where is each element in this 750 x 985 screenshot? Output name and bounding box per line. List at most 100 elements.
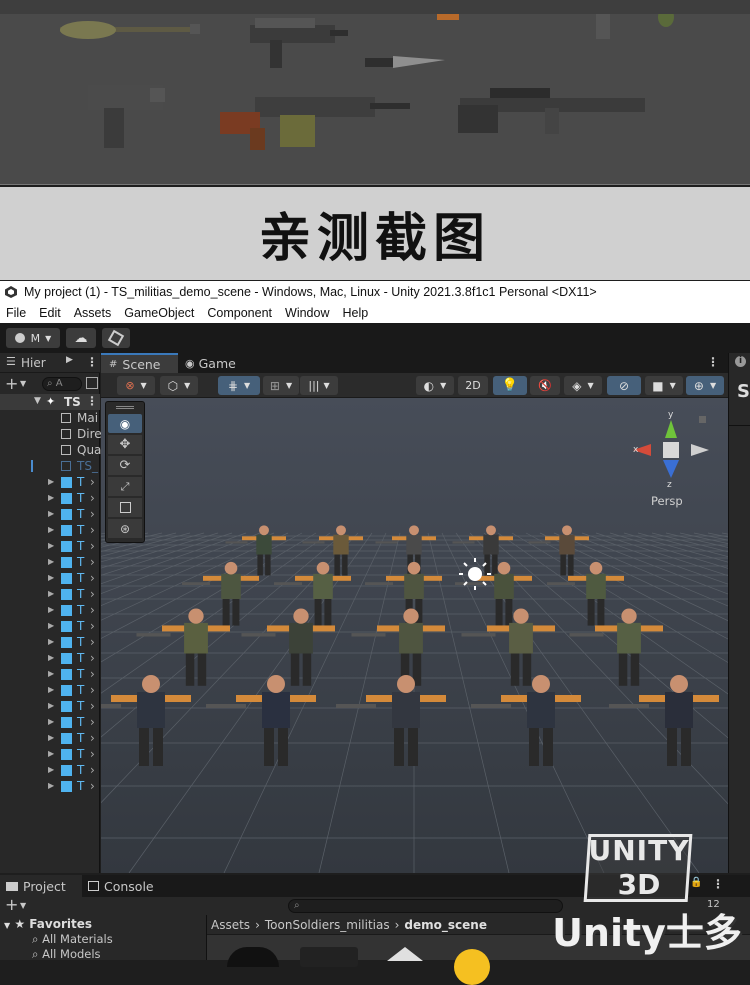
chevron-right-icon[interactable]: › <box>90 539 95 553</box>
hidden-objects-toggle[interactable]: ⊘ <box>607 376 641 395</box>
chevron-right-icon[interactable]: › <box>90 667 95 681</box>
rect-tool-button[interactable] <box>108 498 142 517</box>
list-item[interactable]: ▶ T › <box>0 586 100 602</box>
asset-thumbnail[interactable] <box>454 949 490 985</box>
chevron-right-icon[interactable]: › <box>90 619 95 633</box>
list-item[interactable]: ▶ T › <box>0 538 100 554</box>
more-icon[interactable]: ⋮ <box>86 394 98 408</box>
chevron-right-icon[interactable]: › <box>90 763 95 777</box>
expand-arrow-icon[interactable]: ▶ <box>48 557 54 566</box>
camera-settings-dropdown[interactable]: ■ ▼ <box>645 376 683 395</box>
list-item[interactable]: ▶ T › <box>0 570 100 586</box>
list-item[interactable]: ▶ T › <box>0 522 100 538</box>
tab-scene[interactable]: # Scene <box>101 353 178 373</box>
chevron-right-icon[interactable]: › <box>90 555 95 569</box>
list-item[interactable]: ▶ T › <box>0 490 100 506</box>
menu-edit[interactable]: Edit <box>39 306 61 320</box>
chevron-right-icon[interactable]: › <box>90 603 95 617</box>
scale-tool-button[interactable]: ⤢ <box>108 477 142 496</box>
chevron-right-icon[interactable]: › <box>90 523 95 537</box>
add-icon[interactable]: + <box>5 895 18 914</box>
list-item[interactable]: ▶ T › <box>0 506 100 522</box>
chevron-down-icon[interactable]: ▼ <box>20 901 26 910</box>
effects-dropdown[interactable]: ◈ ▼ <box>564 376 602 395</box>
list-item[interactable]: Qua <box>0 442 101 458</box>
expand-arrow-icon[interactable]: ▶ <box>48 573 54 582</box>
chevron-right-icon[interactable]: › <box>90 651 95 665</box>
expand-arrow-icon[interactable]: ▶ <box>48 733 54 742</box>
collab-button[interactable] <box>102 328 130 348</box>
account-button[interactable]: M ▼ <box>6 328 60 348</box>
chevron-right-icon[interactable]: › <box>90 683 95 697</box>
expand-arrow-icon[interactable]: ▶ <box>48 525 54 534</box>
chevron-right-icon[interactable]: › <box>90 571 95 585</box>
list-item[interactable]: ▶ T › <box>0 698 100 714</box>
list-item[interactable]: ▶ T › <box>0 714 100 730</box>
expand-arrow-icon[interactable]: ▶ <box>48 589 54 598</box>
expand-arrow-icon[interactable]: ▶ <box>48 509 54 518</box>
chevron-right-icon[interactable]: › <box>90 635 95 649</box>
menu-help[interactable]: Help <box>342 306 368 320</box>
breadcrumb-item-current[interactable]: demo_scene <box>404 918 487 932</box>
hierarchy-search-input[interactable]: ⌕ A <box>42 377 82 391</box>
chevron-right-icon[interactable]: › <box>90 475 95 489</box>
scene-viewport[interactable]: y x z Persp ◉ ✥ ⟳ ⤢ ⊛ <box>101 398 728 873</box>
breadcrumb-item[interactable]: ToonSoldiers_militias <box>265 918 390 932</box>
transform-tool-button[interactable]: ⊛ <box>108 519 142 538</box>
chevron-right-icon[interactable]: › <box>90 731 95 745</box>
more-icon[interactable]: ⋮ <box>707 355 719 369</box>
asset-thumbnail[interactable] <box>382 947 428 967</box>
list-item[interactable]: ▶ T › <box>0 778 100 794</box>
chevron-right-icon[interactable]: › <box>90 715 95 729</box>
expand-arrow-icon[interactable]: ▶ <box>48 669 54 678</box>
2d-toggle-button[interactable]: 2D <box>458 376 488 395</box>
expand-arrow-icon[interactable]: ▼ <box>4 921 10 930</box>
expand-arrow-icon[interactable]: ▶ <box>48 637 54 646</box>
expand-arrow-icon[interactable]: ▶ <box>48 717 54 726</box>
audio-toggle-button[interactable]: 🔇 <box>530 376 560 395</box>
list-item[interactable]: ▶ T › <box>0 746 100 762</box>
breadcrumb-item[interactable]: Assets <box>211 918 250 932</box>
menu-gameobject[interactable]: GameObject <box>124 306 194 320</box>
project-search-input[interactable]: ⌕ <box>288 899 563 913</box>
menu-window[interactable]: Window <box>285 306 329 320</box>
tab-console[interactable]: Console <box>88 875 154 897</box>
expand-arrow-icon[interactable]: ▶ <box>48 541 54 550</box>
tab-game[interactable]: ◉ Game <box>185 353 236 373</box>
list-item[interactable]: ▶ T › <box>0 634 100 650</box>
favorites-section[interactable]: ▼ ★ Favorites <box>4 917 92 931</box>
list-item[interactable]: ▶ T › <box>0 730 100 746</box>
list-item[interactable]: ▶ T › <box>0 666 100 682</box>
expand-arrow-icon[interactable]: ▶ <box>48 493 54 502</box>
draw-mode-dropdown[interactable]: ⊗ ▼ <box>117 376 155 395</box>
list-item[interactable]: Dire <box>0 426 102 442</box>
expand-arrow-icon[interactable]: ▶ <box>48 621 54 630</box>
chevron-right-icon[interactable]: › <box>90 779 95 793</box>
rotate-tool-button[interactable]: ⟳ <box>108 456 142 475</box>
favorite-item[interactable]: ⌕ All Materials <box>32 932 113 947</box>
list-item[interactable]: ▶ T › <box>0 762 100 778</box>
hierarchy-scene-row[interactable]: ▼ ✦ TS ⋮ <box>0 394 100 410</box>
list-item[interactable]: ▶ T › <box>0 602 100 618</box>
expand-arrow-icon[interactable]: ▶ <box>48 765 54 774</box>
view-tool-button[interactable]: ◉ <box>108 414 142 433</box>
chevron-right-icon[interactable]: › <box>90 491 95 505</box>
snap-settings-button[interactable]: ||| ▼ <box>300 376 338 395</box>
list-item[interactable]: Mai <box>0 410 100 426</box>
asset-thumbnail[interactable] <box>227 947 279 967</box>
chevron-right-icon[interactable]: › <box>90 699 95 713</box>
expand-arrow-icon[interactable]: ▼ <box>34 396 41 406</box>
cloud-button[interactable]: ☁ <box>66 328 96 348</box>
expand-arrow-icon[interactable]: ▶ <box>48 701 54 710</box>
expand-arrow-icon[interactable]: ▶ <box>48 781 54 790</box>
lighting-toggle-button[interactable]: 💡 <box>493 376 527 395</box>
chevron-right-icon[interactable]: › <box>90 507 95 521</box>
expand-arrow-icon[interactable]: ▶ <box>48 605 54 614</box>
move-tool-button[interactable]: ✥ <box>108 435 142 454</box>
expand-arrow-icon[interactable]: ▶ <box>48 749 54 758</box>
menu-assets[interactable]: Assets <box>74 306 112 320</box>
chevron-right-icon[interactable]: › <box>90 747 95 761</box>
grid-snapping-button[interactable]: ⋕ ▼ <box>218 376 260 395</box>
menu-component[interactable]: Component <box>207 306 272 320</box>
increment-snapping-button[interactable]: ⊞ ▼ <box>263 376 299 395</box>
